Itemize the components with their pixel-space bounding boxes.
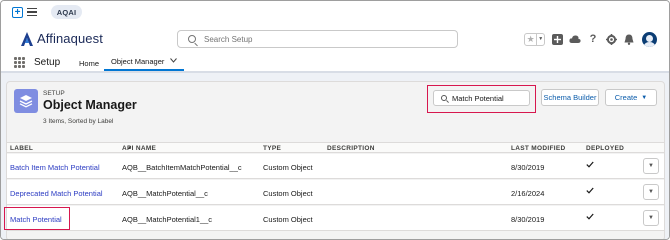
- match-potential-highlight: [4, 207, 70, 230]
- help-icon[interactable]: ?: [587, 33, 599, 45]
- layers-icon: [14, 89, 38, 113]
- app-window: + AQAI Affinaquest Search Setup ★ ▼ ? Se…: [0, 0, 670, 240]
- new-tab-icon[interactable]: +: [12, 7, 23, 18]
- hamburger-menu-icon[interactable]: [27, 8, 37, 16]
- brand-name: Affinaquest: [37, 31, 103, 46]
- app-launcher-icon[interactable]: [14, 57, 25, 68]
- row-actions-dropdown[interactable]: ▼: [643, 158, 659, 174]
- favorites-star-icon[interactable]: ★: [525, 34, 536, 45]
- quick-find-value: Match Potential: [452, 93, 504, 103]
- row-actions-dropdown[interactable]: ▼: [643, 184, 659, 200]
- last-modified-cell: 8/30/2019: [511, 215, 545, 224]
- tab-object-manager-label: Object Manager: [111, 56, 165, 66]
- gear-icon[interactable]: [605, 33, 617, 45]
- chevron-down-icon[interactable]: [170, 57, 178, 65]
- favorites-dropdown-icon[interactable]: ▼: [536, 33, 544, 45]
- column-header-description[interactable]: DESCRIPTION: [327, 145, 375, 152]
- table-row: Batch Item Match Potential AQB__BatchIte…: [7, 154, 664, 179]
- api-name-cell: AQB__MatchPotential1__c: [122, 215, 213, 224]
- favorites-button[interactable]: ★ ▼: [524, 32, 545, 46]
- app-pill[interactable]: AQAI: [51, 5, 82, 19]
- search-icon: [188, 35, 196, 43]
- create-label: Create: [614, 93, 638, 102]
- row-actions-dropdown[interactable]: ▼: [643, 210, 659, 226]
- search-icon: [441, 95, 447, 101]
- column-header-label[interactable]: LABEL: [10, 145, 33, 152]
- last-modified-cell: 8/30/2019: [511, 163, 545, 172]
- caret-down-icon: ▼: [641, 94, 648, 101]
- last-modified-cell: 2/16/2024: [511, 189, 545, 198]
- brand-logo-icon: [21, 31, 33, 46]
- trailhead-icon[interactable]: [569, 33, 581, 45]
- avatar[interactable]: [642, 31, 657, 47]
- check-icon: [586, 161, 594, 170]
- top-strip: + AQAI: [1, 1, 669, 25]
- api-name-cell: AQB__MatchPotential__c: [122, 189, 208, 198]
- global-header: Affinaquest Search Setup ★ ▼ ?: [1, 25, 669, 53]
- add-icon[interactable]: [551, 33, 563, 45]
- table-row: Match Potential AQB__MatchPotential1__c …: [7, 206, 664, 231]
- column-header-deployed[interactable]: DEPLOYED: [586, 145, 624, 152]
- object-label-link[interactable]: Batch Item Match Potential: [10, 163, 100, 172]
- column-header-last-modified[interactable]: LAST MODIFIED: [511, 145, 565, 152]
- bell-icon[interactable]: [623, 33, 635, 45]
- setup-nav-bar: Setup Home Object Manager: [1, 53, 669, 73]
- table-header: LABEL ▲ API NAME TYPE DESCRIPTION LAST M…: [7, 142, 664, 153]
- api-name-cell: AQB__BatchItemMatchPotential__c: [122, 163, 242, 172]
- check-icon: [586, 213, 594, 222]
- type-cell: Custom Object: [263, 215, 313, 224]
- quick-find-input[interactable]: Match Potential: [433, 90, 530, 106]
- column-header-type[interactable]: TYPE: [263, 145, 281, 152]
- create-button[interactable]: Create ▼: [605, 89, 657, 106]
- schema-builder-button[interactable]: Schema Builder: [541, 89, 599, 106]
- search-placeholder: Search Setup: [204, 34, 253, 44]
- tab-home[interactable]: Home: [79, 59, 99, 68]
- breadcrumb-setup: SETUP: [43, 90, 65, 97]
- tab-object-manager[interactable]: Object Manager: [104, 53, 184, 71]
- table-row: Deprecated Match Potential AQB__MatchPot…: [7, 180, 664, 205]
- item-count-summary: 3 Items, Sorted by Label: [43, 118, 114, 125]
- search-setup-input[interactable]: Search Setup: [177, 30, 458, 48]
- object-label-link[interactable]: Deprecated Match Potential: [10, 189, 103, 198]
- brand-logo[interactable]: Affinaquest: [21, 31, 103, 46]
- check-icon: [586, 187, 594, 196]
- column-header-api-name[interactable]: API NAME: [122, 145, 156, 152]
- header-icons: ★ ▼ ?: [524, 31, 657, 47]
- nav-app-title: Setup: [34, 57, 61, 68]
- type-cell: Custom Object: [263, 163, 313, 172]
- schema-builder-label: Schema Builder: [543, 93, 597, 102]
- type-cell: Custom Object: [263, 189, 313, 198]
- page-title: Object Manager: [43, 98, 137, 112]
